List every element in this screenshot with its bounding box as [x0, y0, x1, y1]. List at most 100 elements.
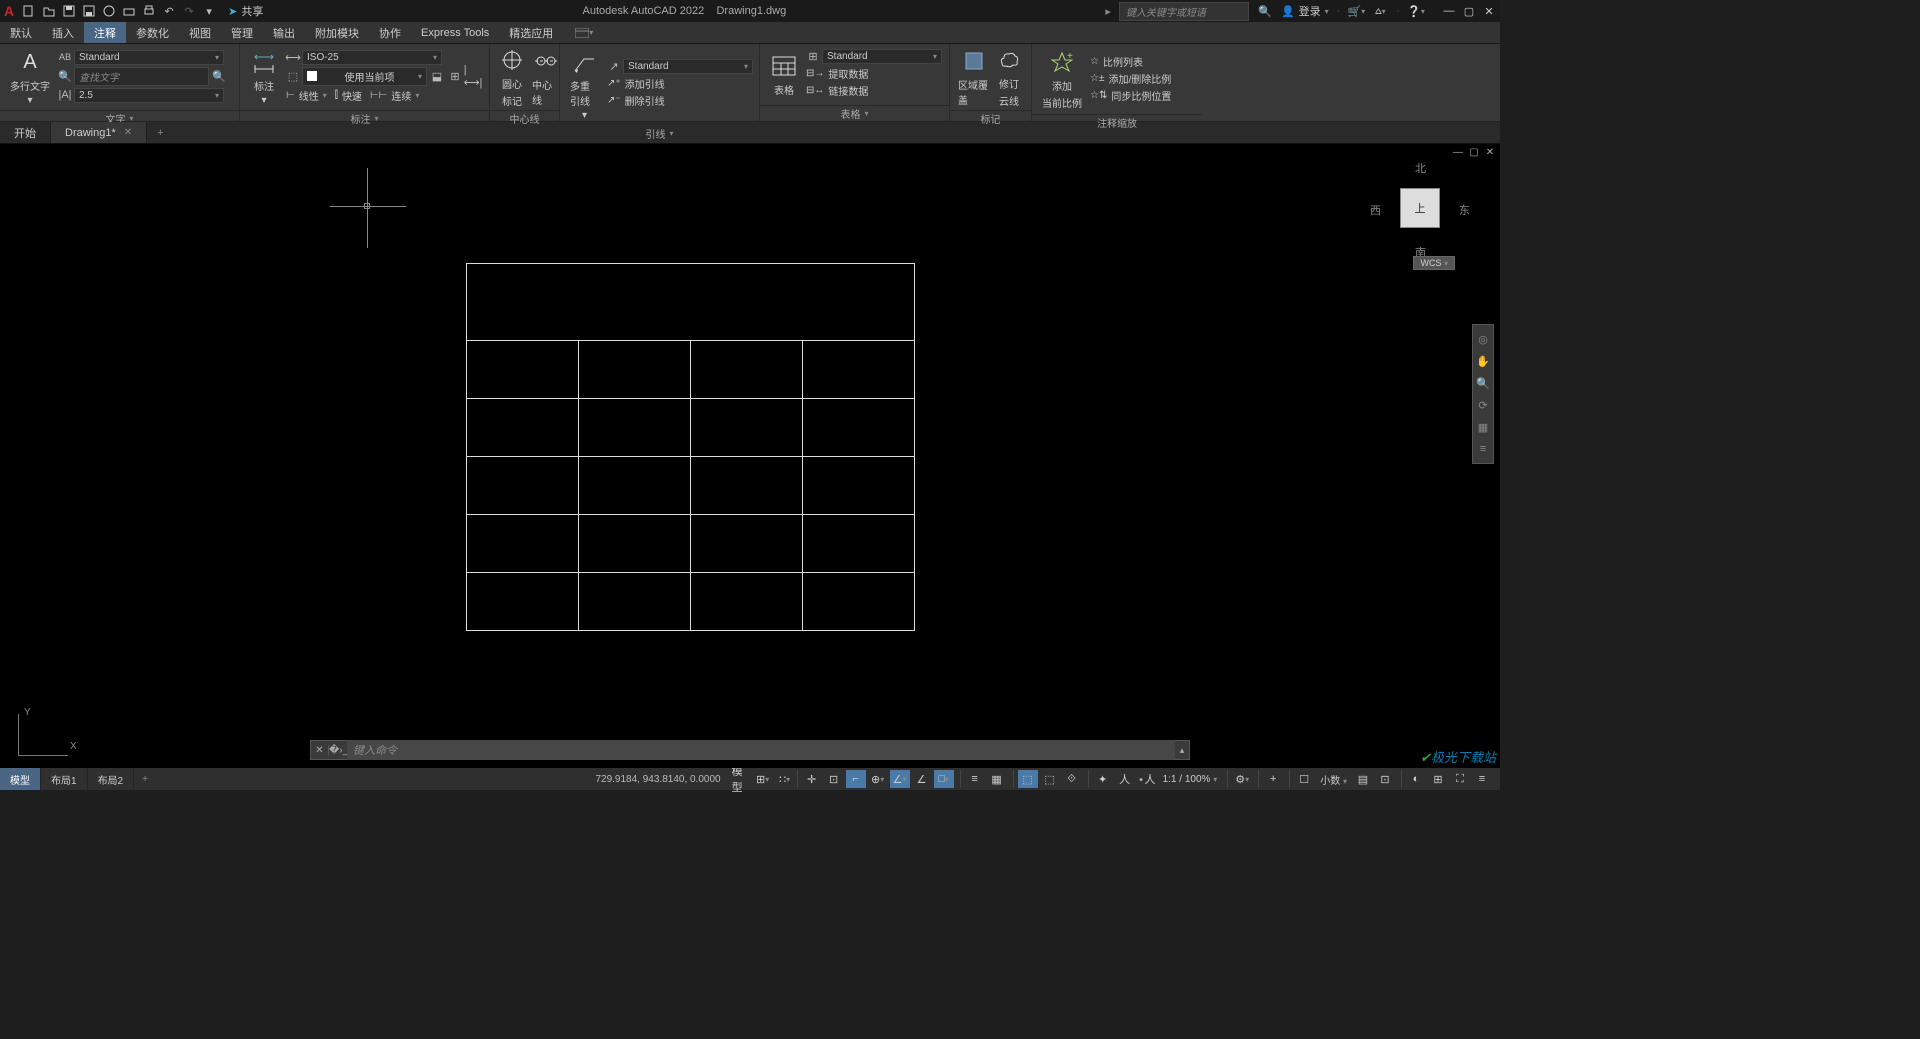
status-3dosnap-icon[interactable]: ⬚ [1040, 770, 1060, 788]
wipeout-button[interactable]: 区域覆盖 [956, 47, 991, 107]
status-snapmode-icon[interactable]: ∷ ▾ [775, 770, 795, 788]
command-input[interactable]: 键入命令 [347, 740, 1175, 760]
status-cleanscreen-icon[interactable]: ⛶ [1450, 770, 1470, 788]
viewport-maximize-icon[interactable]: ▢ [1468, 146, 1480, 158]
nav-showmotion-icon[interactable]: ▦ [1475, 419, 1491, 435]
nav-pan-icon[interactable]: ✋ [1475, 353, 1491, 369]
status-isolate-icon[interactable]: ◐ [1406, 770, 1426, 788]
centermark-button[interactable]: 圆心 标记 [496, 46, 528, 108]
layout-tab-1[interactable]: 布局1 [41, 768, 88, 790]
nav-more-icon[interactable]: ≡ [1475, 441, 1491, 457]
help-icon[interactable]: ❔▾ [1408, 3, 1424, 19]
status-units-icon[interactable]: ☐ [1294, 770, 1314, 788]
status-annovis-icon[interactable]: 人 [1115, 770, 1135, 788]
status-ortho-icon[interactable]: ⌐ [846, 770, 866, 788]
status-annoscale-icon[interactable]: ✦ [1093, 770, 1113, 788]
redo-icon[interactable]: ↷ [182, 4, 196, 18]
status-otrack-icon[interactable]: ∠ [912, 770, 932, 788]
cmdline-recent-icon[interactable]: �›_ [329, 745, 347, 756]
panel-table-label[interactable]: 表格▾ [760, 105, 949, 121]
new-icon[interactable] [22, 4, 36, 18]
dim-linear-button[interactable]: ⊢线性▾ [286, 88, 327, 103]
text-style-combo[interactable]: Standard▾ [74, 50, 224, 65]
scale-adddel-button[interactable]: ☆±添加/删除比例 [1090, 71, 1171, 86]
close-button[interactable]: ✕ [1482, 4, 1496, 18]
drawing-area[interactable]: — ▢ ✕ 北 南 西 东 上 WCS ▾ ◎ ✋ 🔍 ⟳ ▦ ≡ Y X [0, 144, 1500, 768]
dim-small1-icon[interactable]: ⬓ [429, 68, 445, 84]
status-dynamic-input-icon[interactable]: ⊡ [824, 770, 844, 788]
status-customize-icon[interactable]: ≡ [1472, 770, 1492, 788]
dim-layer-combo[interactable]: 使用当前项▾ [302, 67, 427, 86]
tab-express-tools[interactable]: Express Tools [411, 22, 499, 43]
leader-remove-button[interactable]: ↗⁻删除引线 [607, 93, 665, 108]
minimize-button[interactable]: — [1442, 4, 1456, 18]
viewcube[interactable]: 北 南 西 东 上 [1370, 160, 1470, 260]
undo-icon[interactable]: ↶ [162, 4, 176, 18]
dim-small2-icon[interactable]: ⊞ [447, 68, 463, 84]
viewcube-top[interactable]: 上 [1400, 188, 1440, 228]
status-selection-cycling-icon[interactable]: ⬚ [1018, 770, 1038, 788]
cmdline-close-icon[interactable]: ✕ [311, 745, 329, 756]
status-zoom[interactable]: 1:1 / 100% ▾ [1159, 774, 1222, 785]
tab-view[interactable]: 视图 [179, 22, 221, 43]
login-button[interactable]: 👤 登录 ▾ [1281, 3, 1329, 19]
viewcube-north[interactable]: 北 [1415, 160, 1426, 176]
status-dynconstraint-icon[interactable]: ⟐ [1062, 770, 1082, 788]
viewport-close-icon[interactable]: ✕ [1484, 146, 1496, 158]
layout-tab-2[interactable]: 布局2 [88, 768, 135, 790]
status-modelspace[interactable]: 模型 [731, 770, 751, 788]
dim-quick-button[interactable]: ⫿快速 [335, 88, 362, 103]
status-transparency-icon[interactable]: ▦ [987, 770, 1007, 788]
status-lockui-icon[interactable]: ⊡ [1375, 770, 1395, 788]
status-annomonitor-icon[interactable]: + [1263, 770, 1283, 788]
autodesk-icon[interactable]: ⩟▾ [1372, 3, 1388, 19]
status-units-label[interactable]: 小数 ▾ [1316, 772, 1351, 787]
drawing-tab[interactable]: Drawing1* ✕ [51, 122, 147, 143]
tab-default[interactable]: 默认 [0, 22, 42, 43]
dim-style-combo[interactable]: ISO-25▾ [302, 50, 442, 65]
drawn-table[interactable] [466, 263, 915, 631]
find-text-input[interactable]: 查找文字 [74, 67, 209, 86]
table-style-combo[interactable]: Standard▾ [822, 49, 942, 64]
dim-continue-button[interactable]: ⊢⊢连续▾ [370, 88, 419, 103]
mleader-button[interactable]: 多重引线 ▾ [566, 46, 603, 123]
save-icon[interactable] [62, 4, 76, 18]
revcloud-button[interactable]: 修订 云线 [993, 46, 1025, 108]
web-icon[interactable] [102, 4, 116, 18]
panel-leader-label[interactable]: 引线▾ [560, 125, 759, 141]
search-icon[interactable]: 🔍 [1257, 3, 1273, 19]
status-quickprops-icon[interactable]: ▤ [1353, 770, 1373, 788]
share-button[interactable]: ➤ 共享 [228, 3, 263, 19]
wcs-dropdown[interactable]: WCS ▾ [1413, 256, 1455, 270]
panel-dimension-label[interactable]: 标注▾ [240, 110, 489, 126]
tab-annotate[interactable]: 注释 [84, 22, 126, 43]
viewcube-west[interactable]: 西 [1370, 202, 1381, 218]
status-polar-icon[interactable]: ⊕ ▾ [868, 770, 888, 788]
link-data-button[interactable]: ⊟↔链接数据 [806, 83, 868, 98]
nav-orbit-icon[interactable]: ⟳ [1475, 397, 1491, 413]
tab-parametric[interactable]: 参数化 [126, 22, 179, 43]
plot-icon[interactable] [122, 4, 136, 18]
tab-output[interactable]: 输出 [263, 22, 305, 43]
scale-sync-button[interactable]: ☆⇅同步比例位置 [1090, 88, 1171, 103]
dim-small3-icon[interactable]: |⟷| [465, 68, 481, 84]
scale-list-button[interactable]: ☆比例列表 [1090, 54, 1143, 69]
new-tab-button[interactable]: + [147, 122, 173, 143]
maximize-button[interactable]: ▢ [1462, 4, 1476, 18]
qat-dropdown-icon[interactable]: ▾ [202, 4, 216, 18]
status-workspace-icon[interactable]: ⚙ ▾ [1232, 770, 1252, 788]
cmdline-expand-icon[interactable]: ▴ [1175, 745, 1189, 756]
viewport-minimize-icon[interactable]: — [1452, 146, 1464, 158]
status-isodraft-icon[interactable]: ∠ ▾ [890, 770, 910, 788]
status-infer-icon[interactable]: ✛ [802, 770, 822, 788]
dimension-button[interactable]: 标注 ▾ [246, 46, 282, 108]
status-lineweight-icon[interactable]: ≡ [965, 770, 985, 788]
print-icon[interactable] [142, 4, 156, 18]
table-button[interactable]: 表格 [766, 50, 802, 99]
layout-tab-model[interactable]: 模型 [0, 768, 41, 790]
leader-add-button[interactable]: ↗⁺添加引线 [607, 76, 665, 91]
close-tab-icon[interactable]: ✕ [124, 127, 132, 138]
extract-data-button[interactable]: ⊟→提取数据 [806, 66, 868, 81]
tab-addins[interactable]: 附加模块 [305, 22, 369, 43]
tab-featured-apps[interactable]: 精选应用 [499, 22, 563, 43]
